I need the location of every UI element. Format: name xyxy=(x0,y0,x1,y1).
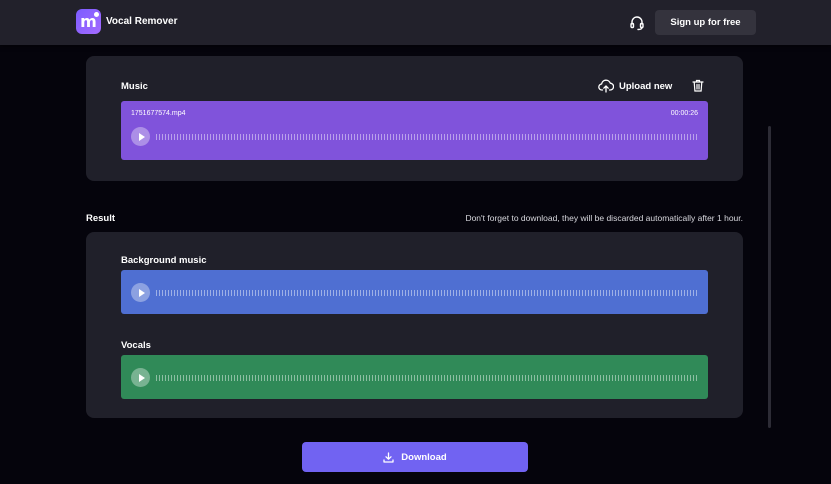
cloud-upload-icon xyxy=(598,79,614,93)
download-label: Download xyxy=(401,451,447,463)
vocals-player xyxy=(121,355,708,399)
sign-up-button[interactable]: Sign up for free xyxy=(655,10,756,35)
discard-notice: Don't forget to download, they will be d… xyxy=(465,213,743,223)
music-track-player: 1751677574.mp4 00:00:26 xyxy=(121,101,708,160)
waveform[interactable] xyxy=(156,375,698,381)
waveform[interactable] xyxy=(156,290,698,296)
headset-icon[interactable] xyxy=(629,15,645,31)
play-icon[interactable] xyxy=(131,368,150,387)
upload-new-label: Upload new xyxy=(619,80,673,92)
track-duration: 00:00:26 xyxy=(670,110,698,117)
upload-new-button[interactable]: Upload new xyxy=(598,78,672,94)
result-title: Result xyxy=(86,213,116,224)
play-icon[interactable] xyxy=(131,283,150,302)
app-title[interactable]: Vocal Remover xyxy=(106,16,178,27)
background-music-player xyxy=(121,270,708,314)
download-button[interactable]: Download xyxy=(302,442,528,472)
top-bar: m Vocal Remover Sign up for free xyxy=(0,0,831,45)
download-icon xyxy=(383,451,394,463)
music-label: Music xyxy=(121,81,148,92)
waveform[interactable] xyxy=(156,134,698,140)
play-icon[interactable] xyxy=(131,127,150,146)
vocals-label: Vocals xyxy=(121,340,151,351)
trash-icon[interactable] xyxy=(692,79,704,92)
scrollbar[interactable] xyxy=(768,126,771,428)
file-name: 1751677574.mp4 xyxy=(131,110,186,117)
background-music-label: Background music xyxy=(121,255,207,266)
logo-dot xyxy=(94,12,99,17)
app-logo[interactable]: m xyxy=(76,9,101,34)
